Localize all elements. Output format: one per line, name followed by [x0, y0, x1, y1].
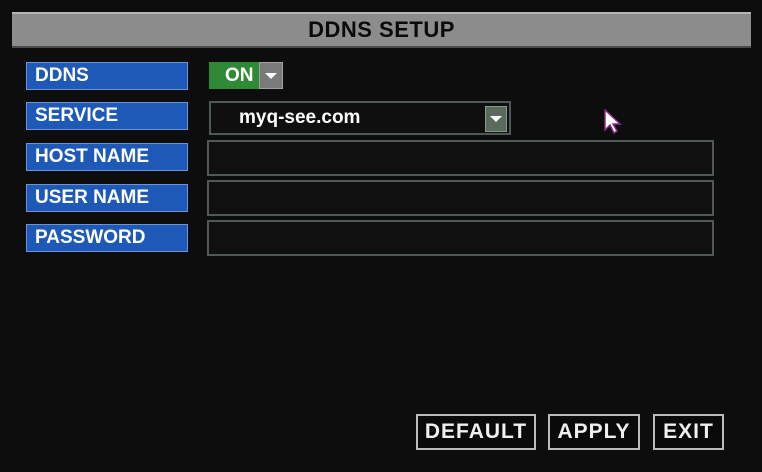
- user-name-label: USER NAME: [26, 184, 188, 212]
- service-label: SERVICE: [26, 102, 188, 130]
- mouse-cursor-icon: [604, 109, 622, 135]
- service-dropdown-button[interactable]: [485, 106, 507, 132]
- service-value: myq-see.com: [239, 107, 361, 128]
- host-name-field[interactable]: [207, 140, 714, 176]
- page-title: DDNS SETUP: [308, 17, 455, 42]
- exit-button[interactable]: EXIT: [653, 414, 724, 450]
- host-name-label: HOST NAME: [26, 143, 188, 171]
- ddns-toggle[interactable]: ON: [209, 62, 283, 89]
- ddns-value: ON: [209, 62, 259, 89]
- chevron-down-icon: [490, 116, 502, 122]
- password-field[interactable]: [207, 220, 714, 256]
- ddns-setup-screen: DDNS SETUP DDNS ON SERVICE myq-see.com H…: [0, 0, 762, 472]
- chevron-down-icon: [265, 72, 277, 79]
- ddns-label: DDNS: [26, 62, 188, 90]
- title-bar: DDNS SETUP: [12, 12, 751, 48]
- user-name-field[interactable]: [207, 180, 714, 216]
- default-button[interactable]: DEFAULT: [416, 414, 536, 450]
- service-select[interactable]: myq-see.com: [209, 101, 511, 135]
- apply-button[interactable]: APPLY: [548, 414, 640, 450]
- ddns-dropdown-button[interactable]: [259, 62, 283, 89]
- password-label: PASSWORD: [26, 224, 188, 252]
